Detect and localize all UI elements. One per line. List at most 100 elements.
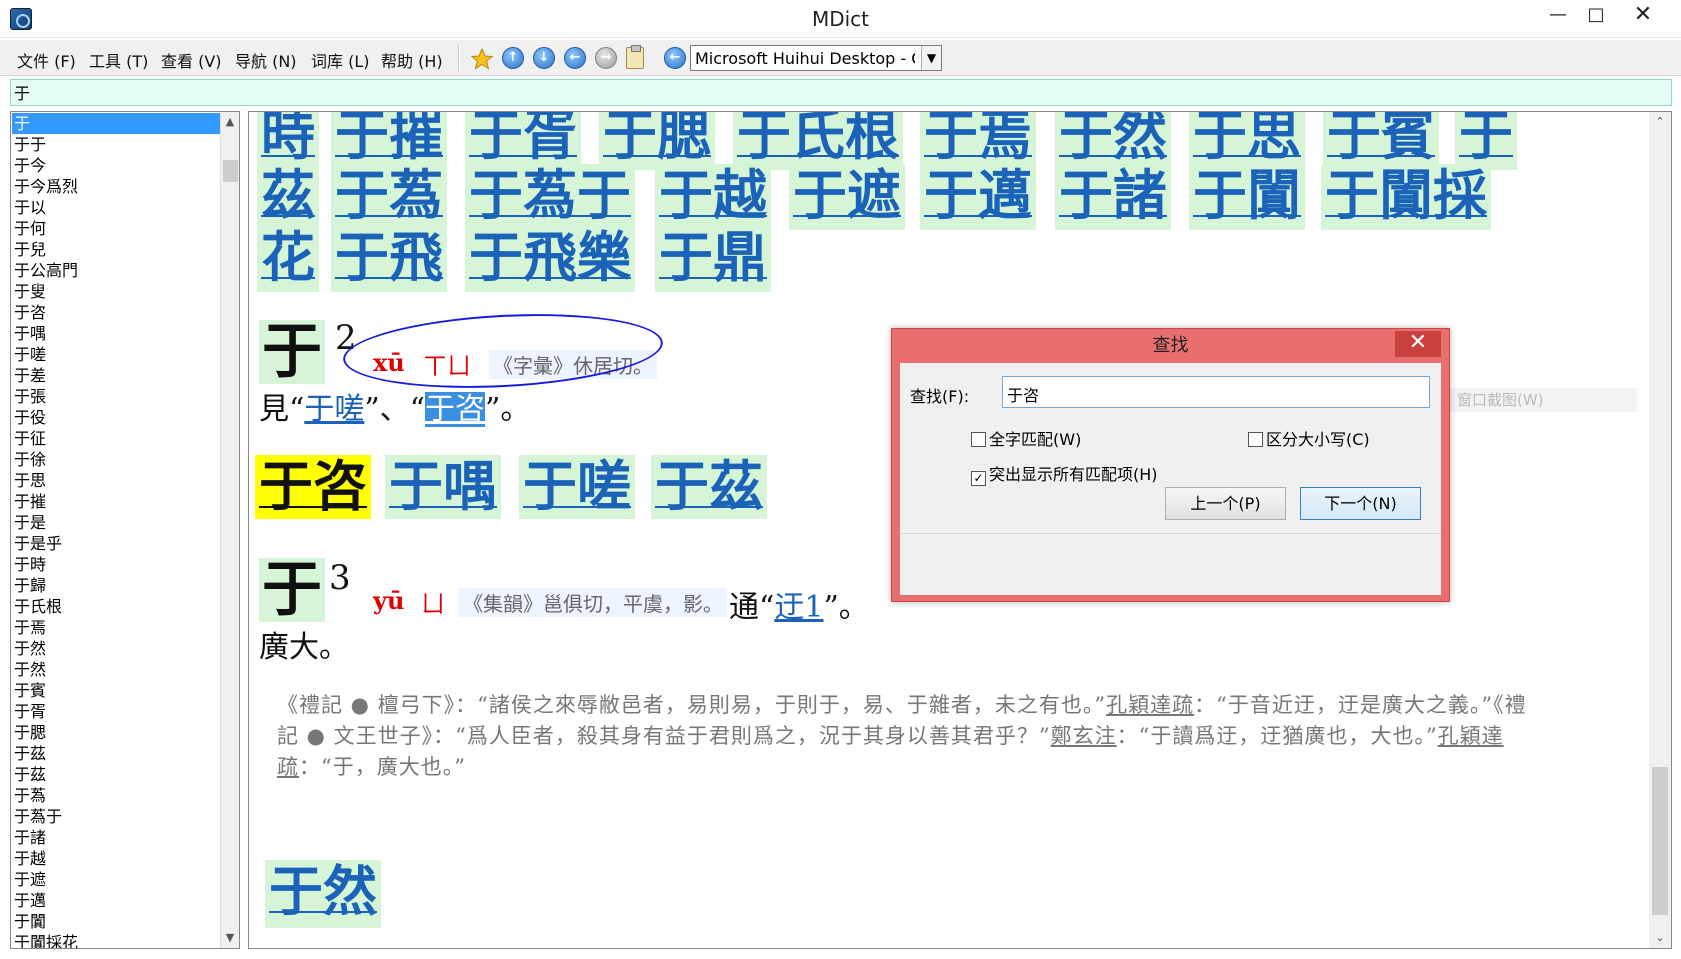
word-list-item[interactable]: 于邁 — [12, 890, 220, 911]
word-tile[interactable]: 于飛樂 — [465, 226, 635, 292]
word-list-item[interactable]: 于賓 — [12, 680, 220, 701]
word-list-item[interactable]: 于蒍 — [12, 785, 220, 806]
related-word-tile[interactable]: 于喁 — [385, 455, 501, 519]
word-list-item[interactable]: 于差 — [12, 365, 220, 386]
search-input[interactable] — [14, 82, 1514, 101]
previous-button[interactable]: 上一个(P) — [1165, 487, 1286, 520]
word-tile[interactable]: 于鼎 — [655, 226, 771, 292]
word-tile[interactable]: 于蒍 — [331, 164, 447, 230]
word-list-item[interactable]: 于咨 — [12, 302, 220, 323]
close-button[interactable]: ✕ — [1620, 0, 1666, 30]
menu-navigate[interactable]: 导航 (N) — [235, 48, 297, 72]
word-list-item[interactable]: 于于 — [12, 134, 220, 155]
word-list-item[interactable]: 于何 — [12, 218, 220, 239]
dictionary-select[interactable]: Microsoft Huihui Desktop - Chinese ▼ — [690, 45, 942, 71]
word-tile[interactable]: 于胥 — [465, 112, 581, 170]
bottom-word-tile[interactable]: 于然 — [265, 860, 381, 928]
arrow-left-icon[interactable]: ← — [564, 47, 586, 69]
word-tile[interactable]: 于賓 — [1323, 112, 1439, 170]
menu-tools[interactable]: 工具 (T) — [89, 48, 148, 72]
word-tile[interactable]: 于焉 — [920, 112, 1036, 170]
link-yuzi[interactable]: 于咨 — [425, 392, 486, 427]
word-list-item[interactable]: 于茲 — [12, 764, 220, 785]
speak-back-icon[interactable]: ← — [664, 47, 686, 69]
scroll-up-icon[interactable]: ▲ — [221, 112, 239, 132]
next-button[interactable]: 下一个(N) — [1300, 487, 1421, 520]
arrow-down-icon[interactable]: ↓ — [533, 47, 555, 69]
word-list-item[interactable]: 于嗟 — [12, 344, 220, 365]
word-list-item[interactable]: 于諸 — [12, 827, 220, 848]
maximize-button[interactable]: □ — [1573, 0, 1619, 30]
word-list-item[interactable]: 于腮 — [12, 722, 220, 743]
chevron-down-icon[interactable]: ▼ — [921, 46, 941, 70]
word-list-item[interactable]: 于遮 — [12, 869, 220, 890]
word-tile[interactable]: 于闐採 — [1321, 164, 1491, 230]
scroll-down-icon[interactable]: ⌄ — [1649, 928, 1671, 948]
word-list-item[interactable]: 于張 — [12, 386, 220, 407]
link-yujie[interactable]: 于嗟 — [304, 392, 364, 427]
checkmark-icon[interactable]: ✓ — [971, 471, 986, 486]
word-list-item[interactable]: 于氏根 — [12, 596, 220, 617]
favorite-star-icon[interactable] — [470, 47, 494, 70]
word-tile[interactable]: 于遮 — [789, 164, 905, 230]
word-list-item[interactable]: 于役 — [12, 407, 220, 428]
menu-view[interactable]: 查看 (V) — [161, 48, 222, 72]
arrow-up-icon[interactable]: ↑ — [502, 47, 524, 69]
word-tile[interactable]: 于越 — [655, 164, 771, 230]
word-list-item[interactable]: 于今 — [12, 155, 220, 176]
word-list-item[interactable]: 于闐採花 — [12, 932, 220, 948]
word-list-item[interactable]: 于摧 — [12, 491, 220, 512]
find-close-icon[interactable]: ✕ — [1395, 331, 1441, 357]
scroll-thumb[interactable] — [1652, 767, 1668, 915]
word-tile[interactable]: 于思 — [1189, 112, 1305, 170]
word-tile[interactable]: 于闐 — [1189, 164, 1305, 230]
word-tile[interactable]: 茲 — [257, 164, 319, 230]
arrow-right-icon[interactable]: → — [595, 47, 617, 69]
match-case-checkbox[interactable]: 区分大小写(C) — [1248, 426, 1370, 450]
word-list-item[interactable]: 于然 — [12, 659, 220, 680]
highlight-all-checkbox[interactable]: ✓ 突出显示所有匹配项(H) — [971, 461, 1158, 486]
word-list-item[interactable]: 于是乎 — [12, 533, 220, 554]
word-list-item[interactable]: 于歸 — [12, 575, 220, 596]
word-list-item[interactable]: 于茲 — [12, 743, 220, 764]
checkbox-box[interactable] — [1248, 432, 1263, 447]
word-list-item[interactable]: 于征 — [12, 428, 220, 449]
word-tile[interactable]: 時 — [257, 112, 319, 170]
word-tile[interactable]: 于蒍于 — [465, 164, 635, 230]
related-word-tile[interactable]: 于咨 — [255, 455, 371, 519]
menu-file[interactable]: 文件 (F) — [17, 48, 76, 72]
word-list-item[interactable]: 于焉 — [12, 617, 220, 638]
word-list-item[interactable]: 于時 — [12, 554, 220, 575]
word-tile[interactable]: 于諸 — [1055, 164, 1171, 230]
word-list-item[interactable]: 于喁 — [12, 323, 220, 344]
word-list-item[interactable]: 于蒍于 — [12, 806, 220, 827]
scroll-thumb[interactable] — [223, 160, 238, 182]
word-list-item[interactable]: 于越 — [12, 848, 220, 869]
word-list-item[interactable]: 于今爲烈 — [12, 176, 220, 197]
word-list-item[interactable]: 于是 — [12, 512, 220, 533]
word-list-item[interactable]: 于 — [12, 113, 220, 134]
word-list-item[interactable]: 于以 — [12, 197, 220, 218]
word-tile[interactable]: 于腮 — [599, 112, 715, 170]
word-list-item[interactable]: 于胥 — [12, 701, 220, 722]
word-tile[interactable]: 于摧 — [331, 112, 447, 170]
checkbox-box[interactable] — [971, 432, 986, 447]
whole-word-checkbox[interactable]: 全字匹配(W) — [971, 426, 1081, 450]
word-list-item[interactable]: 于思 — [12, 470, 220, 491]
related-word-tile[interactable]: 于嗟 — [519, 455, 635, 519]
word-tile[interactable]: 于然 — [1055, 112, 1171, 170]
link-yu1[interactable]: 迂1 — [774, 590, 823, 625]
related-word-tile[interactable]: 于茲 — [651, 455, 767, 519]
content-scrollbar[interactable]: ⌃ ⌄ — [1649, 112, 1671, 948]
word-tile[interactable]: 花 — [257, 226, 319, 292]
menu-dictionary[interactable]: 词库 (L) — [311, 48, 370, 72]
word-list-scrollbar[interactable]: ▲ ▼ — [220, 112, 239, 948]
find-input[interactable]: 于咨 — [1002, 376, 1430, 408]
word-tile[interactable]: 于 — [1455, 112, 1517, 170]
scroll-down-icon[interactable]: ▼ — [221, 928, 239, 948]
word-list-item[interactable]: 于兒 — [12, 239, 220, 260]
word-tile[interactable]: 于邁 — [920, 164, 1036, 230]
word-list-item[interactable]: 于叟 — [12, 281, 220, 302]
word-list-item[interactable]: 于公高門 — [12, 260, 220, 281]
word-tile[interactable]: 于飛 — [331, 226, 447, 292]
